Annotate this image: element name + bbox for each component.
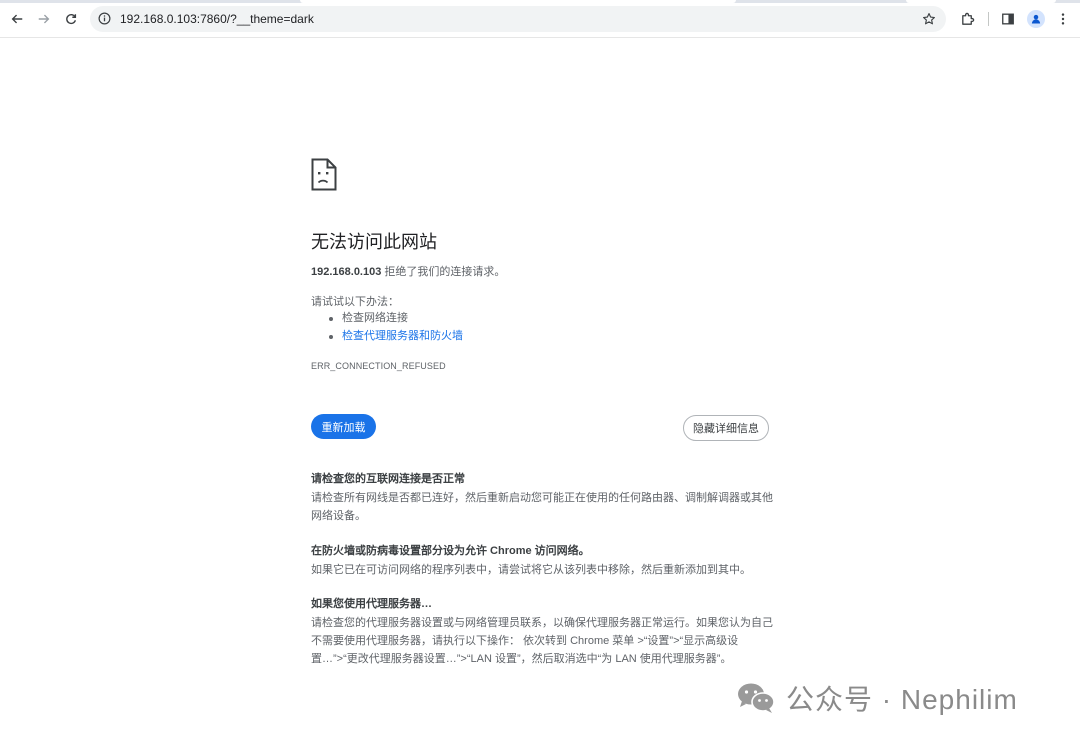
menu-button[interactable] xyxy=(1054,10,1072,28)
error-host: 192.168.0.103 xyxy=(311,266,382,278)
watermark-text: 公众号 · Nephilim xyxy=(786,684,1018,715)
wechat-logo-icon xyxy=(738,683,775,713)
puzzle-icon xyxy=(961,12,974,25)
arrow-left-icon xyxy=(11,14,23,24)
side-panel-icon xyxy=(1002,13,1014,25)
sad-page-icon xyxy=(311,158,337,191)
suggestion-check-proxy-link[interactable]: 检查代理服务器和防火墙 xyxy=(327,329,463,347)
details-body-proxy: 请检查您的代理服务器设置或与网络管理员联系，以确保代理服务器正常运行。如果您认为… xyxy=(311,617,773,665)
extensions-button[interactable] xyxy=(958,10,976,28)
browser-toolbar: 192.168.0.103:7860/?__theme=dark xyxy=(0,0,1080,38)
try-label: 请试试以下办法： xyxy=(311,296,399,308)
hide-details-button[interactable]: 隐藏详细信息 xyxy=(683,415,769,441)
star-icon[interactable] xyxy=(922,12,936,26)
suggestion-list: 检查网络连接 检查代理服务器和防火墙 xyxy=(327,311,463,347)
info-icon[interactable] xyxy=(98,12,111,25)
details-title-proxy: 如果您使用代理服务器… xyxy=(311,598,432,610)
error-summary-text: 拒绝了我们的连接请求。 xyxy=(381,266,506,278)
toolbar-separator xyxy=(988,12,989,26)
details-body-firewall: 如果它已在可访问网络的程序列表中，请尝试将它从该列表中移除，然后重新添加到其中。 xyxy=(311,564,751,576)
profile-icon xyxy=(1031,14,1041,24)
reload-icon xyxy=(66,14,77,25)
address-bar[interactable]: 192.168.0.103:7860/?__theme=dark xyxy=(90,6,946,32)
side-panel-button[interactable] xyxy=(999,10,1017,28)
details-title-firewall: 在防火墙或防病毒设置部分设为允许 Chrome 访问网络。 xyxy=(311,545,590,557)
forward-button[interactable] xyxy=(33,8,55,30)
tab-strip xyxy=(0,0,1080,3)
kebab-menu-icon xyxy=(1061,13,1065,25)
error-summary: 192.168.0.103 拒绝了我们的连接请求。 xyxy=(311,263,505,279)
back-button[interactable] xyxy=(6,8,28,30)
error-code: ERR_CONNECTION_REFUSED xyxy=(311,361,446,371)
profile-button[interactable] xyxy=(1027,10,1045,28)
url-text[interactable]: 192.168.0.103:7860/?__theme=dark xyxy=(120,12,314,26)
reload-button[interactable]: 重新加载 xyxy=(311,414,376,439)
details-body-connection: 请检查所有网线是否都已连好，然后重新启动您可能正在使用的任何路由器、调制解调器或… xyxy=(311,492,773,522)
details-title-connection: 请检查您的互联网连接是否正常 xyxy=(311,473,465,485)
reload-page-button[interactable] xyxy=(60,8,82,30)
arrow-right-icon xyxy=(38,14,50,24)
watermark: 公众号 · Nephilim xyxy=(736,680,1018,716)
suggestion-check-connection: 检查网络连接 xyxy=(327,311,463,329)
error-heading: 无法访问此网站 xyxy=(311,232,437,252)
